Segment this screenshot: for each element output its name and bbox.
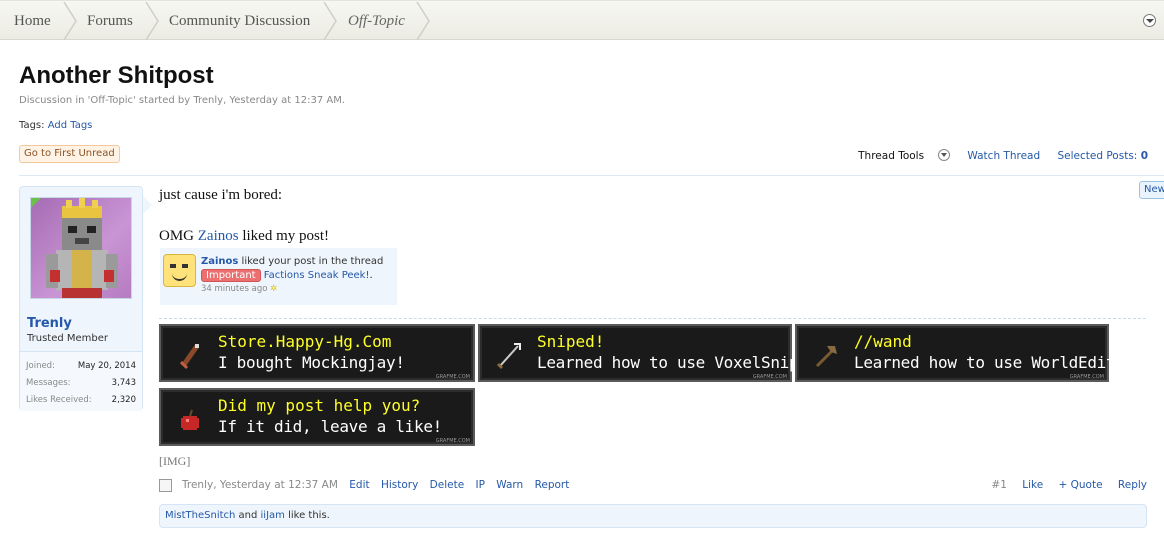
stat-value[interactable]: 3,743 xyxy=(112,378,136,388)
like-notification-image: Zainos liked your post in the thread Imp… xyxy=(160,248,397,305)
user-mention-link[interactable]: Zainos xyxy=(198,228,239,244)
post-line-2: OMG Zainos liked my post! xyxy=(159,228,329,245)
smiley-avatar-icon xyxy=(163,254,196,287)
like-link[interactable]: Like xyxy=(1022,479,1043,491)
watch-thread-link[interactable]: Watch Thread xyxy=(967,150,1040,162)
watermark: GRAFME.COM xyxy=(435,374,470,380)
post-meta-right: #1 Like + Quote Reply xyxy=(979,479,1147,491)
watermark: GRAFME.COM xyxy=(1069,374,1104,380)
achievement-image: Store.Happy-Hg.Com I bought Mockingjay! … xyxy=(159,324,475,382)
stat-label: Messages: xyxy=(26,378,71,388)
post-meta-left: Trenly, Yesterday at 12:37 AM Edit Histo… xyxy=(182,479,569,491)
achievement-title: Did my post help you? xyxy=(218,396,421,415)
watermark: GRAFME.COM xyxy=(435,438,470,444)
stat-value: 2,320 xyxy=(111,395,136,405)
achievement-title: Store.Happy-Hg.Com xyxy=(218,332,392,351)
stat-joined: Joined: May 20, 2014 xyxy=(26,361,136,371)
achievement-text: If it did, leave a like! xyxy=(218,417,442,436)
liker-link[interactable]: MistTheSnitch xyxy=(165,510,235,521)
stat-label: Joined: xyxy=(26,361,55,371)
edit-link[interactable]: Edit xyxy=(349,479,369,491)
history-link[interactable]: History xyxy=(381,479,418,491)
likes-text: and xyxy=(235,510,261,521)
thread-controls: Thread Tools Watch Thread Selected Posts… xyxy=(844,147,1148,162)
axe-icon xyxy=(815,346,837,368)
selected-posts-link[interactable]: Selected Posts: 0 xyxy=(1058,150,1149,162)
selected-posts-label: Selected Posts: xyxy=(1057,150,1138,162)
achievement-text: Learned how to use WorldEdit xyxy=(854,353,1116,372)
breadcrumb: Home Forums Community Discussion Off-Top… xyxy=(0,0,1164,40)
divider xyxy=(19,175,1164,176)
post-text: liked my post! xyxy=(238,228,330,244)
user-stats: Joined: May 20, 2014 Messages: 3,743 Likes… xyxy=(20,351,142,411)
add-tags-link[interactable]: Add Tags xyxy=(48,120,93,131)
breadcrumb-dropdown-icon[interactable] xyxy=(1143,14,1156,27)
thread-description: Discussion in 'Off-Topic' started by Tre… xyxy=(19,95,346,106)
avatar[interactable] xyxy=(30,197,132,299)
bow-icon xyxy=(179,344,200,370)
likes-text: like this. xyxy=(284,510,330,521)
user-card: Trenly Trusted Member Joined: May 20, 201… xyxy=(19,186,143,411)
achievement-text: Learned how to use VoxelSniper xyxy=(537,353,817,372)
img-placeholder: [IMG] xyxy=(159,454,191,468)
breadcrumb-home[interactable]: Home xyxy=(0,1,51,41)
achievement-title: Sniped! xyxy=(537,332,605,351)
breadcrumb-community-discussion[interactable]: Community Discussion xyxy=(155,1,310,41)
breadcrumb-off-topic[interactable]: Off-Topic xyxy=(334,1,405,41)
quote-link[interactable]: + Quote xyxy=(1059,479,1103,491)
breadcrumb-separator-icon xyxy=(416,2,430,40)
breadcrumb-forums[interactable]: Forums xyxy=(73,1,133,41)
chevron-down-icon xyxy=(938,149,951,161)
notification-thread-suffix: . xyxy=(369,270,373,281)
prefix-badge: Important xyxy=(201,269,261,282)
report-link[interactable]: Report xyxy=(535,479,570,491)
thread-title: Another Shitpost xyxy=(19,62,214,89)
select-post-checkbox[interactable] xyxy=(159,479,172,492)
post-text: OMG xyxy=(159,228,198,244)
post-line-1: just cause i'm bored: xyxy=(159,187,283,203)
user-card-pointer xyxy=(143,196,152,214)
delete-link[interactable]: Delete xyxy=(430,479,465,491)
liker-link[interactable]: iiJam xyxy=(261,510,285,521)
apple-icon xyxy=(181,409,199,430)
achievement-title: //wand xyxy=(854,332,912,351)
warn-link[interactable]: Warn xyxy=(496,479,523,491)
post-number-link[interactable]: #1 xyxy=(991,479,1006,491)
thread-tools-menu[interactable]: Thread Tools xyxy=(858,147,951,162)
divider xyxy=(159,318,1146,319)
notification-body: liked your post in the thread xyxy=(238,256,384,267)
likes-summary: MistTheSnitch and iiJam like this. xyxy=(159,504,1147,528)
notification-user: Zainos xyxy=(201,256,239,267)
achievement-image: Sniped! Learned how to use VoxelSniper G… xyxy=(478,324,817,382)
stat-messages: Messages: 3,743 xyxy=(26,378,136,388)
tags-label: Tags: xyxy=(19,120,45,131)
stat-likes-received: Likes Received: 2,320 xyxy=(26,395,136,405)
thread-tools-label: Thread Tools xyxy=(858,150,925,162)
star-icon: ✲ xyxy=(270,284,278,294)
post-meta: Trenly, Yesterday at 12:37 AM Edit Histo… xyxy=(159,479,1147,493)
post-author-time[interactable]: Trenly, Yesterday at 12:37 AM xyxy=(182,479,338,491)
reply-link[interactable]: Reply xyxy=(1118,479,1147,491)
ip-link[interactable]: IP xyxy=(476,479,485,491)
minecraft-skin-avatar-icon xyxy=(46,198,118,298)
notification-thread: Important Factions Sneak Peek!. xyxy=(201,269,373,282)
arrow-icon xyxy=(496,343,521,370)
achievement-text: I bought Mockingjay! xyxy=(218,353,405,372)
username-link[interactable]: Trenly xyxy=(27,316,72,331)
go-to-first-unread-button[interactable]: Go to First Unread xyxy=(19,145,120,163)
online-status-icon xyxy=(31,198,42,209)
achievement-image: Did my post help you? If it did, leave a… xyxy=(159,388,475,446)
notification-time: 34 minutes ago ✲ xyxy=(201,284,277,294)
selected-posts-count: 0 xyxy=(1140,150,1148,162)
achievement-image: //wand Learned how to use WorldEdit GRAF… xyxy=(795,324,1116,382)
user-title: Trusted Member xyxy=(27,333,109,344)
notification-text: Zainos liked your post in the thread xyxy=(201,256,383,267)
notification-thread-title: Factions Sneak Peek! xyxy=(263,270,370,281)
new-posts-tab[interactable]: New xyxy=(1139,181,1164,199)
watermark: GRAFME.COM xyxy=(752,374,787,380)
notification-time-text: 34 minutes ago xyxy=(201,284,268,294)
thread-tags: Tags: Add Tags xyxy=(19,120,92,131)
stat-value: May 20, 2014 xyxy=(77,361,136,371)
stat-label: Likes Received: xyxy=(26,395,92,405)
